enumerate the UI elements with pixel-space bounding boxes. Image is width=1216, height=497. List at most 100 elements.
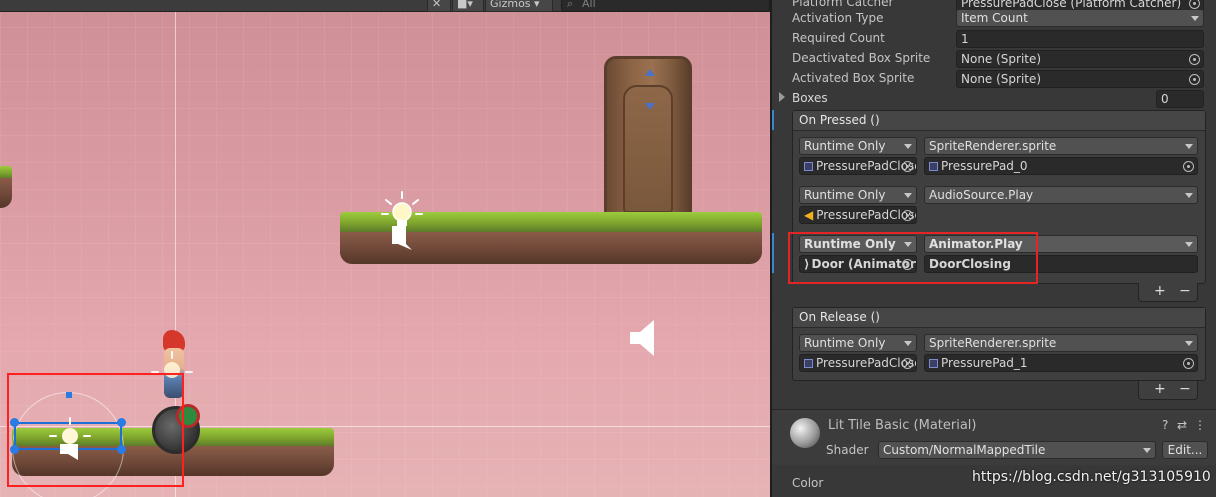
on-release-header: On Release (): [793, 308, 1205, 328]
activated-box-sprite-value: None (Sprite): [961, 72, 1042, 86]
material-name: Lit Tile Basic (Material): [828, 418, 977, 433]
watermark-url: https://blog.csdn.net/g313105910: [972, 469, 1211, 485]
boxes-size-field[interactable]: 0: [1156, 90, 1204, 108]
gizmos-dropdown[interactable]: Gizmos ▾: [485, 0, 553, 12]
on-release-event: On Release () Runtime Only SpriteRendere…: [792, 307, 1206, 381]
shader-label: Shader: [826, 443, 869, 457]
target-object-field[interactable]: PressurePadClose: [799, 354, 917, 372]
preset-icon[interactable]: ⇄: [1177, 418, 1187, 432]
argument-value: PressurePad_0: [941, 159, 1028, 173]
chevron-down-icon: [1185, 242, 1193, 247]
door-arrow-up-icon: [645, 69, 655, 76]
audio-source-icon: ◀: [804, 208, 814, 222]
boxes-label[interactable]: Boxes: [792, 91, 828, 105]
argument-field[interactable]: PressurePad_0: [924, 157, 1198, 175]
door-pillar[interactable]: [604, 56, 692, 232]
chevron-down-icon: [1185, 144, 1193, 149]
row-boxes: Boxes 0: [772, 89, 1216, 109]
add-button[interactable]: +: [1154, 381, 1166, 397]
activation-type-dropdown[interactable]: Item Count: [956, 9, 1204, 27]
material-section: Lit Tile Basic (Material) ? ⇄ ⋮ Shader C…: [772, 409, 1216, 465]
object-picker-icon[interactable]: [1189, 54, 1200, 65]
target-object-field[interactable]: ◀ PressurePadClose: [799, 206, 917, 224]
selection-marker: [772, 233, 774, 273]
target-object-field[interactable]: PressurePadClose: [799, 157, 917, 175]
door-arrow-down-icon: [645, 103, 655, 110]
platform-catcher-label: Platform Catcher: [792, 0, 894, 9]
shader-dropdown[interactable]: Custom/NormalMappedTile: [878, 441, 1156, 459]
tools-icon[interactable]: ✕: [427, 0, 451, 12]
deactivated-box-sprite-field[interactable]: None (Sprite): [956, 50, 1204, 68]
material-preview-icon: [790, 418, 820, 448]
runtime-mode-dropdown[interactable]: Runtime Only: [799, 137, 917, 155]
activated-box-sprite-field[interactable]: None (Sprite): [956, 70, 1204, 88]
sprite-renderer-icon: [804, 162, 813, 171]
runtime-mode-dropdown[interactable]: Runtime Only: [799, 334, 917, 352]
required-count-label: Required Count: [792, 31, 885, 45]
required-count-field[interactable]: 1: [956, 30, 1204, 48]
gizmos-label: Gizmos: [490, 0, 531, 10]
object-picker-icon[interactable]: [1183, 358, 1194, 369]
activated-box-sprite-label: Activated Box Sprite: [792, 71, 915, 85]
color-label: Color: [792, 476, 824, 490]
object-picker-icon[interactable]: [902, 210, 913, 221]
selection-marker: [772, 110, 774, 130]
chevron-down-icon: [1143, 448, 1151, 453]
function-dropdown[interactable]: SpriteRenderer.sprite: [924, 334, 1198, 352]
foldout-arrow-icon[interactable]: [779, 92, 785, 102]
runtime-mode-value: Runtime Only: [804, 336, 886, 350]
on-pressed-header: On Pressed (): [793, 111, 1205, 131]
chevron-down-icon: [904, 341, 912, 346]
runtime-mode-value: Runtime Only: [804, 188, 886, 202]
scene-search-input[interactable]: ⌕ All: [561, 0, 770, 12]
inspector-panel: Platform Catcher PressurePadClose (Platf…: [770, 0, 1216, 497]
required-count-value: 1: [961, 32, 969, 46]
activation-type-value: Item Count: [961, 11, 1028, 25]
scene-toolbar: ✕ ■▾ Gizmos ▾ ⌕ All: [0, 0, 770, 12]
argument-field[interactable]: PressurePad_1: [924, 354, 1198, 372]
search-placeholder: All: [582, 0, 596, 10]
function-value: SpriteRenderer.sprite: [929, 336, 1057, 350]
chevron-down-icon: [904, 193, 912, 198]
audio-source-icon: [392, 226, 412, 250]
runtime-mode-dropdown[interactable]: Runtime Only: [799, 186, 917, 204]
object-picker-icon[interactable]: [1189, 0, 1200, 9]
add-button[interactable]: +: [1154, 283, 1166, 299]
speaker-icon: [630, 320, 654, 356]
object-picker-icon[interactable]: [1189, 74, 1200, 85]
row-required-count: Required Count 1: [772, 29, 1216, 49]
object-picker-icon[interactable]: [1183, 161, 1194, 172]
row-deactivated-box-sprite: Deactivated Box Sprite None (Sprite): [772, 49, 1216, 69]
function-value: SpriteRenderer.sprite: [929, 139, 1057, 153]
scene-view[interactable]: ✕ ■▾ Gizmos ▾ ⌕ All: [0, 0, 770, 497]
highlight-box-scene: [7, 373, 184, 487]
runtime-mode-value: Runtime Only: [804, 139, 886, 153]
edit-shader-button[interactable]: Edit...: [1162, 441, 1208, 459]
sprite-icon: [929, 359, 938, 368]
chevron-down-icon: [904, 144, 912, 149]
boxes-size-value: 0: [1161, 92, 1169, 106]
function-value: AudioSource.Play: [929, 188, 1034, 202]
function-dropdown[interactable]: SpriteRenderer.sprite: [924, 137, 1198, 155]
shader-value: Custom/NormalMappedTile: [883, 443, 1046, 457]
object-picker-icon[interactable]: [902, 161, 913, 172]
on-release-list-buttons: + −: [1138, 381, 1198, 400]
chevron-down-icon: [1185, 341, 1193, 346]
context-menu-icon[interactable]: ⋮: [1194, 418, 1206, 432]
function-dropdown[interactable]: AudioSource.Play: [924, 186, 1198, 204]
object-picker-icon[interactable]: [902, 358, 913, 369]
activation-type-label: Activation Type: [792, 11, 884, 25]
sprite-renderer-icon: [804, 359, 813, 368]
remove-button[interactable]: −: [1179, 381, 1191, 397]
remove-button[interactable]: −: [1179, 283, 1191, 299]
camera-icon[interactable]: ■▾: [452, 0, 484, 12]
argument-value: PressurePad_1: [941, 356, 1028, 370]
chevron-down-icon: [1185, 193, 1193, 198]
chevron-down-icon: [1191, 16, 1199, 21]
help-icon[interactable]: ?: [1162, 418, 1168, 432]
deactivated-box-sprite-label: Deactivated Box Sprite: [792, 51, 931, 65]
deactivated-box-sprite-value: None (Sprite): [961, 52, 1042, 66]
sprite-icon: [929, 162, 938, 171]
on-pressed-list-buttons: + −: [1138, 283, 1198, 302]
row-activated-box-sprite: Activated Box Sprite None (Sprite): [772, 69, 1216, 89]
